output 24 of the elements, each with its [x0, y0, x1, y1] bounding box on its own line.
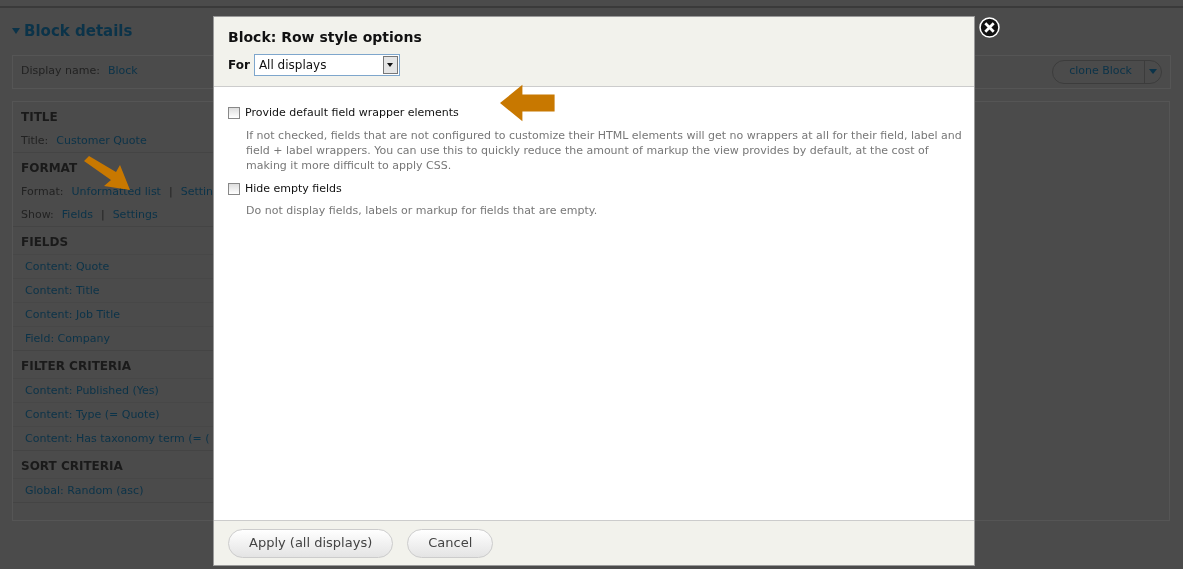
link[interactable]: Unformatted list — [71, 183, 161, 199]
for-label: For — [228, 57, 250, 74]
caret-icon — [12, 28, 20, 35]
caret-icon — [387, 63, 394, 67]
dialog-title: Block: Row style options — [228, 28, 423, 47]
display-name-link[interactable]: Block — [107, 63, 138, 80]
option-description: Do not display fields, labels or markup for fields that are empty. — [246, 203, 599, 218]
option-description: If not checked, fields that are not configured to customize their HTML elements will get no wrappers at all for their field, label and field + label wrappers. You can use this to quickly reduce the amount of markup the view provides by default, at the cost of making it more difficult to apply CSS. — [246, 127, 963, 173]
checkbox[interactable] — [228, 182, 240, 195]
link[interactable]: Customer Quote — [56, 132, 147, 148]
display-select[interactable]: All displays — [253, 54, 400, 76]
separator: | — [168, 183, 173, 199]
link[interactable]: Settings — [112, 206, 158, 222]
close-icon[interactable] — [979, 17, 1000, 38]
dialog-button[interactable]: Cancel — [407, 528, 494, 558]
checkbox[interactable] — [228, 107, 240, 120]
option-label: Hide empty fields — [245, 180, 342, 197]
separator: | — [100, 206, 105, 222]
section-title[interactable]: Block details — [24, 20, 133, 43]
dialog-button[interactable]: Apply (all displays) — [228, 528, 394, 558]
link[interactable]: Fields — [61, 206, 93, 222]
link[interactable]: Settin — [180, 183, 214, 199]
option-label: Provide default field wrapper elements — [245, 105, 459, 121]
caret-icon — [1149, 69, 1157, 74]
